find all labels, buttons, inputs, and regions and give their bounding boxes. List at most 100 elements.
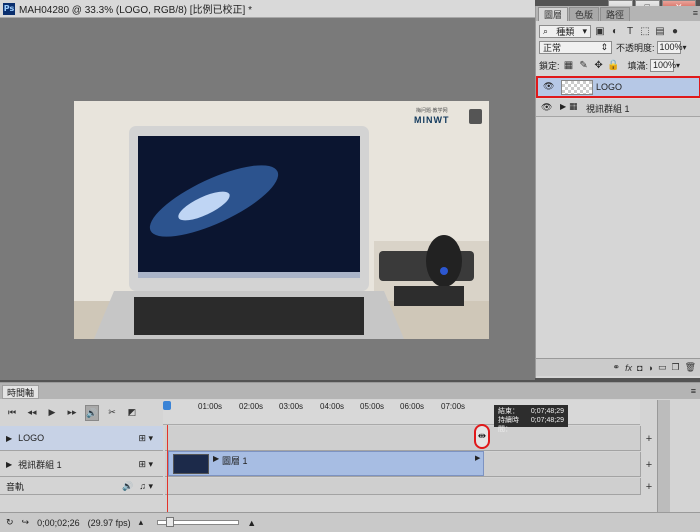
opacity-input[interactable]: 100%	[656, 40, 683, 54]
blend-mode-select[interactable]: 正常 ⇕	[539, 40, 612, 54]
track-area-audio	[165, 478, 640, 495]
fx-icon[interactable]: fx	[625, 363, 632, 373]
ruler-label: 02:00s	[239, 402, 264, 411]
next-frame-icon[interactable]: ▸▸	[65, 407, 79, 418]
scissors-icon[interactable]: ✂	[105, 407, 119, 418]
lock-row: 鎖定: ▦ ✎ ✥ 🔒 填滿: 100% ▾	[536, 58, 700, 72]
trim-cursor-icon: ⇹	[477, 431, 487, 442]
document-window: Ps MAH04280 @ 33.3% (LOGO, RGB/8) [比例已校正…	[0, 0, 535, 380]
blend-mode-value: 正常	[543, 42, 562, 53]
speaker-icon[interactable]: 🔊	[122, 481, 133, 492]
opacity-label: 不透明度:	[616, 42, 655, 53]
layers-panel: 圖層 色版 路徑 ≡ ⌕ 種類 ▾ ▣ ◐ T ⬚ ▤ ● 正常 ⇕ 不透明度:…	[535, 6, 700, 378]
zoom-slider[interactable]	[157, 517, 240, 527]
zoom-slider-knob[interactable]	[166, 517, 175, 527]
watermark-icon	[469, 109, 482, 124]
canvas-image[interactable]: MINWT 梅问题·教学网	[74, 101, 489, 339]
ruler-label: 06:00s	[400, 402, 425, 411]
track-header-audio[interactable]: 音軌 🔊 ♫ ▾	[0, 478, 163, 495]
clip-menu-icon[interactable]: ▶	[475, 454, 480, 462]
music-note-icon[interactable]: ♫ ▾	[139, 481, 153, 492]
track-options-icon[interactable]: ⊞ ▾	[138, 459, 153, 470]
clip-label: 圖層 1	[222, 456, 248, 466]
ruler-label: 01:00s	[198, 402, 223, 411]
fill-value: 100%	[653, 60, 677, 70]
shape-filter-icon[interactable]: ⬚	[639, 25, 651, 37]
ruler-label: 07:00s	[441, 402, 466, 411]
group-folder-icon[interactable]: ▭	[658, 362, 667, 373]
chevron-down-icon: ▾	[582, 25, 587, 36]
timeline-footer: ↻ ↪ 0;00;02;26 (29.97 fps) ▴ ▲	[0, 512, 700, 532]
layer-name[interactable]: 視訊群組 1	[586, 102, 630, 115]
link-icon[interactable]: ⚭	[613, 362, 621, 373]
audio-toggle-icon[interactable]: 🔊	[85, 404, 99, 421]
current-time[interactable]: 0;00;02;26	[37, 518, 80, 528]
expand-triangle-icon[interactable]: ▶	[213, 454, 219, 463]
track-area-logo[interactable]	[165, 426, 640, 451]
go-to-first-frame-icon[interactable]: ⏮	[5, 407, 19, 418]
expand-triangle-icon[interactable]: ▶	[6, 460, 12, 469]
lock-position-icon[interactable]: ✥	[593, 59, 605, 71]
chevron-updown-icon: ⇕	[600, 41, 608, 52]
lock-transparency-icon[interactable]: ▦	[563, 59, 575, 71]
time-ruler[interactable]: 01:00s 02:00s 03:00s 04:00s 05:00s 06:00…	[163, 400, 640, 425]
photoshop-icon: Ps	[3, 2, 15, 15]
mask-icon[interactable]: ◘	[637, 363, 642, 373]
type-filter-icon[interactable]: T	[624, 25, 636, 37]
video-clip[interactable]: ▶ 圖層 1 ▶	[168, 451, 484, 476]
tooltip-end-value: 0;07;48;29	[530, 408, 564, 415]
adjustment-filter-icon[interactable]: ◐	[609, 25, 621, 37]
layer-row-video-group[interactable]: 👁 ▶ ▦ 視訊群組 1	[536, 99, 700, 117]
eye-icon[interactable]: 👁	[541, 102, 552, 113]
smart-object-filter-icon[interactable]: ▤	[654, 25, 666, 37]
track-options-icon[interactable]: ⊞ ▾	[138, 433, 153, 444]
expand-triangle-icon[interactable]: ▶	[560, 102, 566, 111]
layer-row-logo[interactable]: 👁 LOGO	[536, 76, 700, 98]
zoom-in-icon[interactable]: ▲	[247, 518, 256, 528]
document-titlebar[interactable]: Ps MAH04280 @ 33.3% (LOGO, RGB/8) [比例已校正…	[0, 0, 535, 18]
lock-pixels-icon[interactable]: ✎	[578, 59, 590, 71]
timeline-scrollbar[interactable]	[657, 400, 670, 512]
zoom-out-icon[interactable]: ▴	[139, 517, 144, 528]
convert-animation-icon[interactable]: ↪	[22, 517, 30, 528]
trim-end-handle[interactable]: ⇹	[474, 424, 490, 449]
new-layer-icon[interactable]: ❐	[671, 362, 679, 373]
document-title: MAH04280 @ 33.3% (LOGO, RGB/8) [比例已校正] *	[19, 5, 252, 16]
blend-row: 正常 ⇕ 不透明度: 100% ▾	[536, 40, 700, 54]
tooltip-duration-value: 0;07;48;29	[530, 417, 564, 424]
layer-name[interactable]: LOGO	[596, 82, 622, 92]
filter-toggle-icon[interactable]: ●	[669, 25, 681, 37]
ruler-label: 03:00s	[279, 402, 304, 411]
pixel-filter-icon[interactable]: ▣	[594, 25, 606, 37]
track-header-video-group[interactable]: ▶ 視訊群組 1 ⊞ ▾	[0, 452, 163, 477]
add-media-icon[interactable]: +	[640, 452, 657, 477]
tab-layers[interactable]: 圖層	[538, 7, 569, 21]
adjustment-icon[interactable]: ◑	[648, 363, 653, 373]
play-icon[interactable]: ▶	[45, 407, 59, 418]
expand-triangle-icon[interactable]: ▶	[6, 434, 12, 443]
filter-kind-select[interactable]: ⌕ 種類 ▾	[539, 24, 591, 38]
panel-menu-icon[interactable]: ≡	[693, 8, 698, 18]
timeline-header: 時間軸 ≡	[0, 383, 700, 399]
lock-all-icon[interactable]: 🔒	[607, 59, 619, 71]
fill-dropdown-icon[interactable]: ▾	[676, 61, 680, 70]
tab-timeline[interactable]: 時間軸	[2, 385, 40, 399]
playhead-handle-icon[interactable]	[163, 401, 171, 410]
opacity-dropdown-icon[interactable]: ▾	[683, 43, 687, 52]
transition-icon[interactable]: ◩	[125, 407, 139, 418]
timeline-menu-icon[interactable]: ≡	[691, 386, 696, 396]
trash-icon[interactable]: 🗑	[685, 362, 696, 373]
tab-channels[interactable]: 色版	[569, 7, 600, 21]
fill-input[interactable]: 100%	[650, 58, 677, 72]
tooltip-end-label: 結束：	[498, 408, 519, 415]
loop-icon[interactable]: ↻	[6, 517, 14, 528]
add-audio-icon[interactable]: +	[640, 478, 657, 495]
previous-frame-icon[interactable]: ◂◂	[25, 407, 39, 418]
track-header-logo[interactable]: ▶ LOGO ⊞ ▾	[0, 426, 163, 451]
tab-paths[interactable]: 路徑	[600, 7, 631, 21]
eye-icon[interactable]: 👁	[543, 81, 554, 92]
layers-panel-tabs: 圖層 色版 路徑 ≡	[536, 6, 700, 21]
watermark-tagline: 梅问题·教学网	[416, 108, 448, 114]
add-media-icon[interactable]: +	[640, 426, 657, 451]
fill-label: 填滿:	[627, 60, 649, 71]
